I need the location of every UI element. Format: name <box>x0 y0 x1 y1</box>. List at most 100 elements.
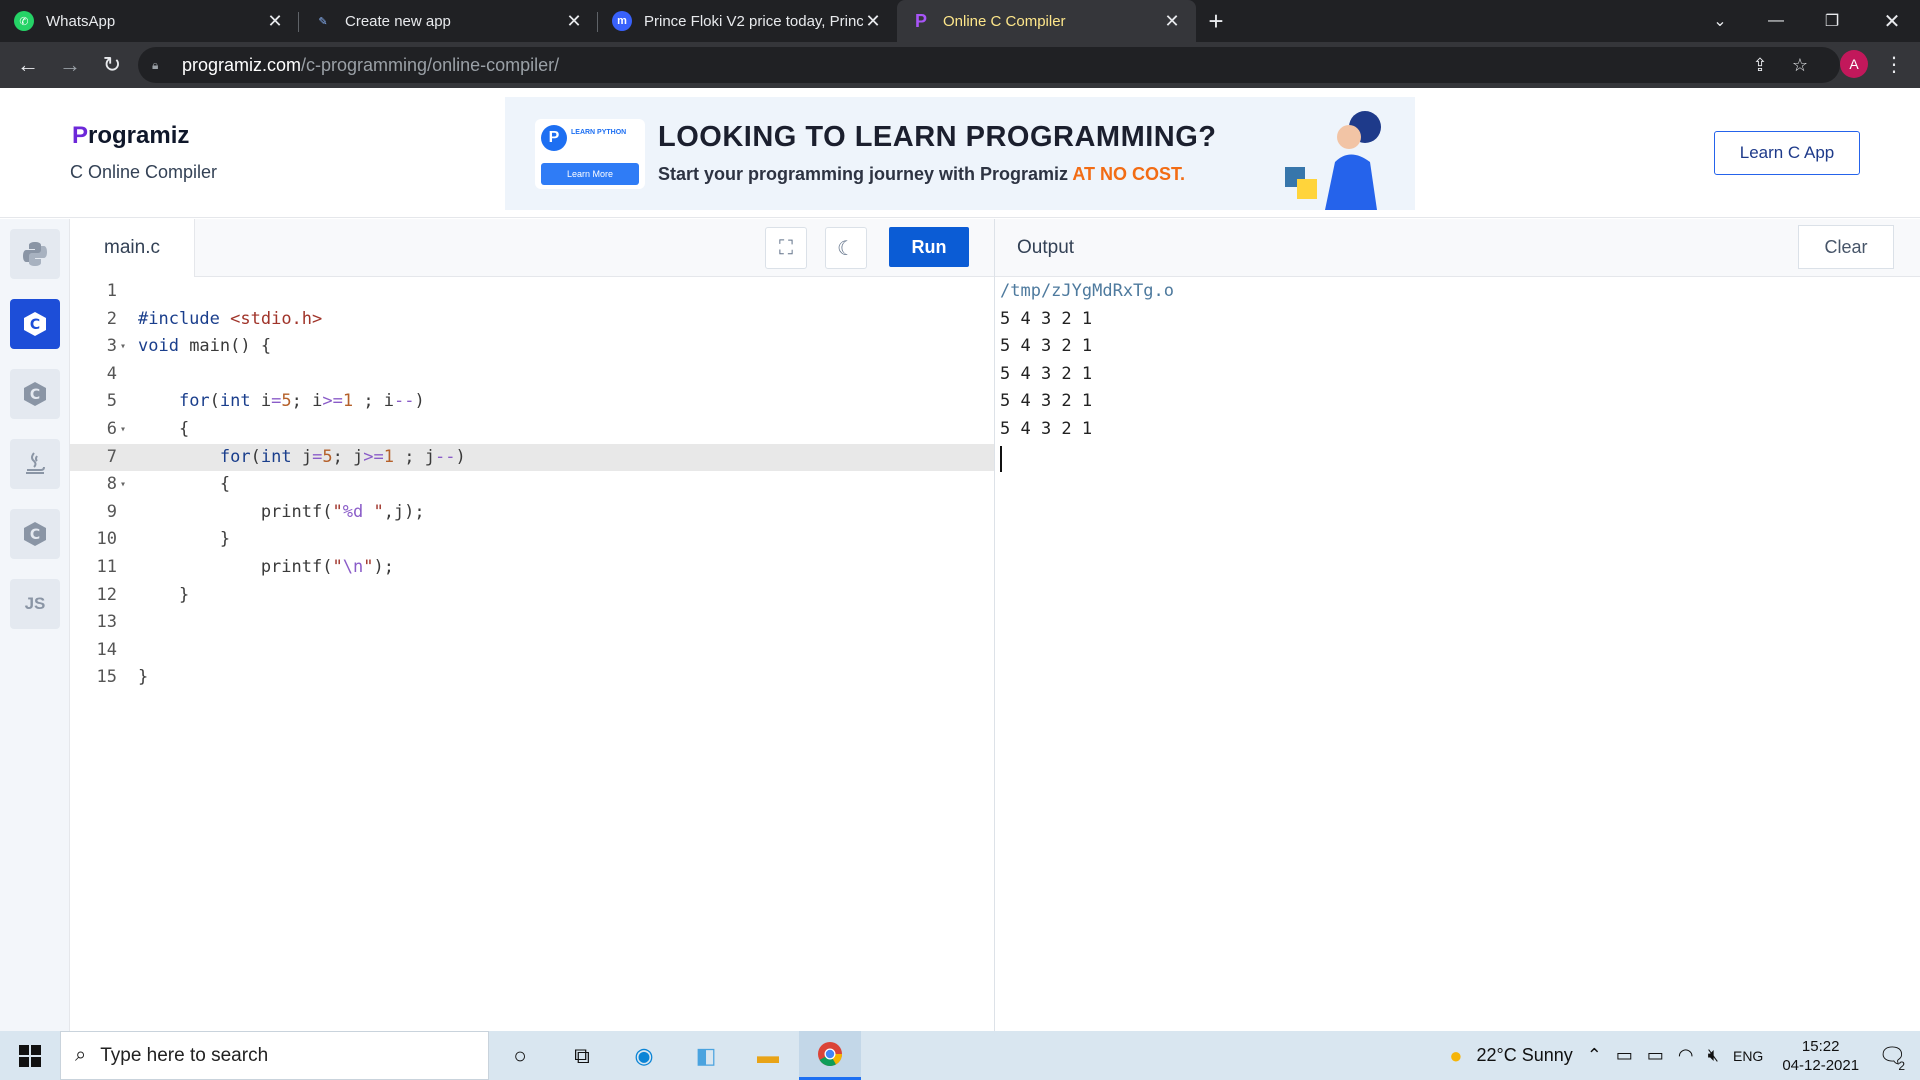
run-button[interactable]: Run <box>889 227 969 267</box>
back-icon[interactable]: ← <box>8 45 48 85</box>
code-line: 5 for(int i=5; i>=1 ; i--) <box>106 391 425 412</box>
url-host: programiz.com <box>182 54 302 75</box>
learn-c-app-button[interactable]: Learn C App <box>1714 131 1860 175</box>
close-icon[interactable]: ✕ <box>564 11 584 32</box>
battery-icon[interactable]: ▭ <box>1647 1045 1664 1066</box>
close-icon[interactable]: ✕ <box>1162 11 1182 32</box>
output-panel: Output Clear /tmp/zJYgMdRxTg.o 5 4 3 2 1… <box>995 219 1920 1031</box>
tab-search-icon[interactable]: ⌄ <box>1692 0 1748 42</box>
wifi-icon[interactable]: ◠ <box>1678 1045 1694 1066</box>
notification-count: 2 <box>1898 1058 1905 1073</box>
pen-icon: ✎ <box>318 15 328 28</box>
code-line: 4 <box>106 363 117 384</box>
clock-date: 04-12-2021 <box>1782 1056 1860 1074</box>
tab-whatsapp[interactable]: ✆ WhatsApp ✕ <box>0 0 299 42</box>
text-cursor <box>1000 445 1002 472</box>
js-icon[interactable]: JS <box>10 579 60 629</box>
code-editor-panel: main.c ⛶ ☾ Run 1 2 #include <stdio.h> 3 ▾ v… <box>70 219 994 1031</box>
badge-text: LEARN PYTHON <box>571 129 627 136</box>
file-tab-main-c[interactable]: main.c <box>70 219 195 277</box>
code-line: 8 ▾ { <box>106 474 231 495</box>
programiz-logo[interactable]: Programiz <box>72 122 189 150</box>
tab-create-new-app[interactable]: ✎ Create new app ✕ <box>299 0 598 42</box>
badge-learn-more: Learn More <box>541 163 639 185</box>
output-console[interactable]: /tmp/zJYgMdRxTg.o 5 4 3 2 1 5 4 3 2 1 5 … <box>1000 278 1174 472</box>
csharp-icon[interactable]: C <box>10 509 60 559</box>
coinmarketcap-icon: m <box>612 11 632 31</box>
svg-text:C: C <box>30 317 40 333</box>
code-line: 3 ▾ void main() { <box>106 336 272 357</box>
url-path: /c-programming/online-compiler/ <box>301 54 560 75</box>
minimize-icon[interactable]: — <box>1748 0 1804 42</box>
tray-chevron-icon[interactable]: ⌃ <box>1587 1045 1602 1066</box>
cortana-icon[interactable]: ○ <box>489 1031 551 1080</box>
language-indicator[interactable]: ENG <box>1733 1048 1763 1064</box>
tab-label: Create new app <box>345 12 451 30</box>
code-line-active: 7 for(int j=5; j>=1 ; j--) <box>70 443 994 472</box>
banner-subtext: Start your programming journey with Prog… <box>658 164 1186 184</box>
clock-time: 15:22 <box>1801 1037 1840 1055</box>
whatsapp-icon: ✆ <box>14 11 34 31</box>
output-line: 5 4 3 2 1 <box>1000 418 1093 439</box>
code-line: 14 <box>96 639 117 660</box>
edge-icon[interactable]: ◉ <box>613 1031 675 1080</box>
svg-text:C: C <box>30 387 40 403</box>
editor-toolbar: main.c ⛶ ☾ Run <box>70 219 994 277</box>
tab-label: Prince Floki V2 price today, Prince <box>644 12 863 30</box>
banner-headline: LOOKING TO LEARN PROGRAMMING? <box>658 121 1217 153</box>
search-icon: ⌕ <box>75 1044 87 1066</box>
code-line: 12 } <box>96 584 190 605</box>
forward-icon[interactable]: → <box>50 45 90 85</box>
close-icon[interactable]: ✕ <box>863 11 883 32</box>
share-icon[interactable]: ⇪ <box>1742 47 1778 83</box>
cpp-icon[interactable]: C <box>10 369 60 419</box>
code-line: 9 printf("%d ",j); <box>106 501 425 522</box>
restore-icon[interactable]: ❐ <box>1804 0 1860 42</box>
file-explorer-icon[interactable]: ▬ <box>737 1031 799 1080</box>
output-title: Output <box>1017 237 1075 258</box>
windows-start-icon[interactable] <box>0 1031 60 1080</box>
chrome-icon[interactable] <box>799 1031 861 1080</box>
site-header: Programiz C Online Compiler P LEARN PYTH… <box>0 88 1920 218</box>
python-icon[interactable] <box>10 229 60 279</box>
ad-banner[interactable]: P LEARN PYTHON Learn More LOOKING TO LEA… <box>505 97 1415 210</box>
clock[interactable]: 15:22 04-12-2021 <box>1782 1037 1859 1075</box>
svg-text:C: C <box>30 527 40 543</box>
dark-mode-moon-icon[interactable]: ☾ <box>825 227 867 269</box>
new-tab-button[interactable]: + <box>1196 0 1236 42</box>
taskbar-search-input[interactable]: ⌕ Type here to search <box>60 1031 489 1080</box>
menu-kebab-icon[interactable]: ⋮ <box>1880 50 1908 78</box>
tab-online-c-compiler[interactable]: P Online C Compiler ✕ <box>897 0 1196 42</box>
clear-button[interactable]: Clear <box>1798 225 1894 269</box>
task-view-icon[interactable]: ⧉ <box>551 1031 613 1080</box>
code-line: 2 #include <stdio.h> <box>106 308 323 329</box>
output-toolbar: Output Clear <box>995 219 1920 277</box>
close-icon[interactable]: ✕ <box>265 11 285 32</box>
close-window-icon[interactable]: ✕ <box>1864 0 1920 42</box>
reload-icon[interactable]: ↻ <box>92 45 132 85</box>
weather-text[interactable]: 22°C Sunny <box>1477 1045 1573 1066</box>
sun-weather-icon: ● <box>1449 1042 1463 1068</box>
code-area[interactable]: 1 2 #include <stdio.h> 3 ▾ void main() { 4 … <box>70 278 994 1031</box>
code-line: 15} <box>96 667 149 688</box>
c-icon[interactable]: C <box>10 299 60 349</box>
illustration-person-icon <box>1285 111 1381 210</box>
output-line: 5 4 3 2 1 <box>1000 308 1093 329</box>
search-placeholder: Type here to search <box>100 1044 269 1066</box>
volume-muted-icon[interactable]: 🔇︎ <box>1708 1045 1719 1066</box>
address-bar[interactable]: 🔒︎ programiz.com/c-programming/online-co… <box>138 47 1840 83</box>
meet-now-icon[interactable]: ▭ <box>1616 1045 1633 1066</box>
output-line: /tmp/zJYgMdRxTg.o <box>1000 281 1174 301</box>
fullscreen-icon[interactable]: ⛶ <box>765 227 807 269</box>
profile-avatar[interactable]: A <box>1840 50 1868 78</box>
code-line: 13 <box>96 612 117 633</box>
bookmark-star-icon[interactable]: ☆ <box>1782 47 1818 83</box>
code-line: 1 <box>106 281 117 301</box>
tab-prince-floki[interactable]: m Prince Floki V2 price today, Prince ✕ <box>598 0 897 42</box>
learn-python-badge: P LEARN PYTHON Learn More <box>535 119 645 189</box>
output-line: 5 4 3 2 1 <box>1000 336 1093 357</box>
notifications-icon[interactable]: 🗨︎ 2 <box>1878 1043 1906 1073</box>
app-icon[interactable]: ◧ <box>675 1031 737 1080</box>
java-icon[interactable] <box>10 439 60 489</box>
browser-toolbar: ← → ↻ 🔒︎ programiz.com/c-programming/onl… <box>0 42 1920 88</box>
